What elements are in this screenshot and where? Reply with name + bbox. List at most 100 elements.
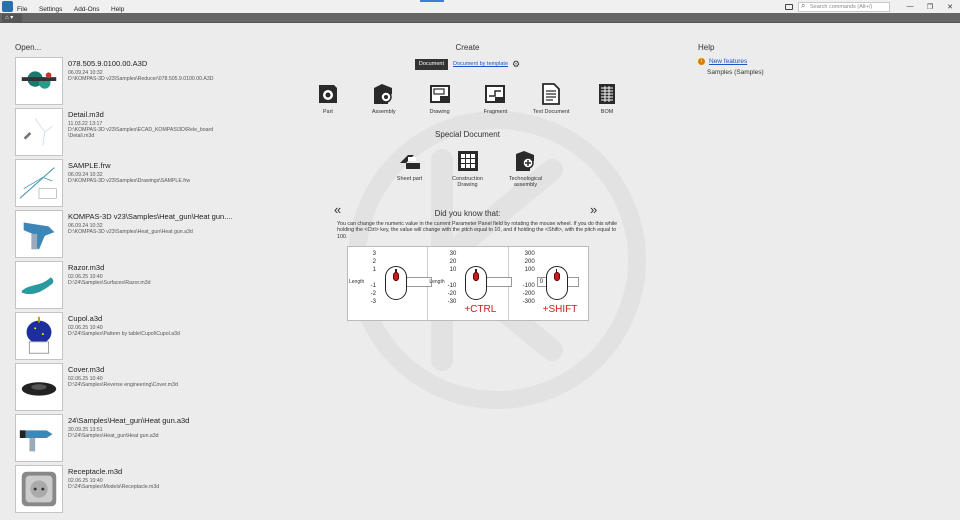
part-label: Part bbox=[322, 109, 333, 115]
screenshot-icon[interactable] bbox=[785, 3, 793, 10]
file-name[interactable]: Receptacle.m3d bbox=[68, 467, 159, 476]
file-path: D:\KOMPAS-3D v23\Samples\Heat_gun\Heat g… bbox=[68, 229, 193, 236]
close-button[interactable]: ✕ bbox=[940, 3, 960, 11]
create-technological-assembly[interactable]: Technological assembly bbox=[497, 149, 555, 189]
minimize-button[interactable]: — bbox=[900, 3, 920, 10]
document-mode-row: Document Document by template ⚙ bbox=[300, 58, 635, 70]
new-features-item[interactable]: i New features bbox=[698, 58, 898, 65]
file-name[interactable]: KOMPAS-3D v23\Samples\Heat_gun\Heat gun.… bbox=[68, 212, 233, 221]
create-bom[interactable]: BOM bbox=[579, 82, 635, 116]
info-icon: i bbox=[698, 58, 705, 65]
file-path-continued: \Detail.m3d bbox=[68, 133, 95, 140]
recent-file-item[interactable]: Receptacle.m3d 02.06.25 10:40 D:\24\Sample… bbox=[15, 465, 315, 516]
recent-file-item[interactable]: Cupol.a3d 02.06.25 10:40 D:\24\Samples\Pat… bbox=[15, 312, 315, 363]
file-thumbnail[interactable] bbox=[15, 414, 63, 462]
help-title: Help bbox=[698, 43, 715, 52]
tip-illustration: 321 -1-2-3 Length 0 302010 -10-20-30 Len… bbox=[347, 246, 589, 322]
fragment-label: Fragment bbox=[483, 109, 508, 115]
tip-column-shift: 300 200 100 -100 -200 -300 0 +SHIFT bbox=[509, 247, 588, 320]
mouse-icon bbox=[465, 266, 488, 301]
file-thumbnail[interactable] bbox=[15, 57, 63, 105]
file-name[interactable]: Cupol.a3d bbox=[68, 314, 180, 323]
file-info: SAMPLE.frw 06.09.24 10:32 D:\KOMPAS-3D v23… bbox=[63, 159, 190, 210]
shift-modifier-label: +SHIFT bbox=[542, 304, 578, 316]
file-path: D:\KOMPAS-3D v23\Samples\Reducer\078.505… bbox=[68, 76, 214, 83]
recent-file-item[interactable]: Cover.m3d 02.06.25 10:40 D:\24\Samples\Rev… bbox=[15, 363, 315, 414]
recent-file-item[interactable]: Razor.m3d 02.06.25 10:40 D:\24\Samples\Sur… bbox=[15, 261, 315, 312]
create-construction-drawing[interactable]: Construction Drawing bbox=[439, 149, 497, 189]
menu-addons[interactable]: Add-Ons bbox=[74, 6, 100, 13]
mouse-icon bbox=[385, 266, 407, 301]
part-icon bbox=[318, 85, 337, 103]
recent-file-item[interactable]: 24\Samples\Heat_gun\Heat gun.a3d 30.09.25… bbox=[15, 414, 315, 465]
file-thumbnail[interactable] bbox=[15, 312, 63, 360]
document-tab-bar: ⌂ ▾ bbox=[0, 13, 960, 23]
mouse-wheel-icon bbox=[473, 272, 480, 282]
did-you-know-title: Did you know that: bbox=[434, 208, 501, 218]
assembly-icon bbox=[373, 84, 392, 104]
file-path: D:\24\Samples\Pattern by table\Cupol\Cup… bbox=[68, 331, 180, 338]
menu-help[interactable]: Help bbox=[111, 6, 124, 13]
next-tip-button[interactable]: » bbox=[590, 202, 597, 217]
command-search-input[interactable]: Search commands (Alt+/) bbox=[798, 1, 890, 12]
file-name[interactable]: 078.505.9.0100.00.A3D bbox=[68, 59, 214, 68]
menu-file[interactable]: File bbox=[17, 6, 27, 13]
create-text-document[interactable]: Text Document bbox=[523, 82, 579, 116]
file-path: D:\24\Samples\Surfaces\Razor.m3d bbox=[68, 280, 151, 287]
special-document-title: Special Document bbox=[435, 129, 500, 139]
file-name[interactable]: Razor.m3d bbox=[68, 263, 150, 272]
previous-tip-button[interactable]: « bbox=[334, 202, 341, 217]
file-thumbnail[interactable] bbox=[15, 159, 63, 207]
text-document-icon bbox=[542, 83, 561, 105]
recent-file-item[interactable]: KOMPAS-3D v23\Samples\Heat_gun\Heat gun.… bbox=[15, 210, 315, 261]
create-panel: Create Document Document by template ⚙ P… bbox=[300, 43, 635, 322]
mouse-wheel-icon bbox=[553, 272, 560, 282]
bom-label: BOM bbox=[600, 109, 614, 115]
file-info: Cover.m3d 02.06.25 10:40 D:\24\Samples\Rev… bbox=[63, 363, 178, 414]
recent-file-item[interactable]: Detail.m3d 11.03.22 13:17 D:\KOMPAS-3D v23… bbox=[15, 108, 315, 159]
menu-settings[interactable]: Settings bbox=[39, 6, 63, 13]
file-thumbnail[interactable] bbox=[15, 261, 63, 309]
file-thumbnail[interactable] bbox=[15, 210, 63, 258]
new-features-link[interactable]: New features bbox=[709, 58, 747, 65]
tip-text: You can change the numeric value in the … bbox=[337, 220, 618, 240]
ctrl-modifier-label: +CTRL bbox=[464, 304, 497, 316]
document-by-template-link[interactable]: Document by template bbox=[453, 61, 508, 67]
create-sheet-part[interactable]: Sheet part bbox=[381, 149, 439, 189]
create-fragment[interactable]: Fragment bbox=[468, 82, 524, 116]
help-panel: Help i New features Samples (Samples) bbox=[698, 43, 898, 76]
technological-assembly-label: Technological assembly bbox=[508, 175, 543, 189]
recent-file-item[interactable]: SAMPLE.frw 06.09.24 10:32 D:\KOMPAS-3D v23… bbox=[15, 159, 315, 210]
file-name[interactable]: Detail.m3d bbox=[68, 110, 213, 119]
title-bar: File Settings Add-Ons Help Search comman… bbox=[0, 0, 960, 13]
file-path: D:\24\Samples\Heat_gun\Heat gun.a3d bbox=[68, 433, 159, 440]
document-types-row: Part Assembly Drawing Fragment Text Docu… bbox=[300, 82, 635, 116]
file-thumbnail[interactable] bbox=[15, 108, 63, 156]
drawing-icon bbox=[429, 85, 450, 103]
create-assembly[interactable]: Assembly bbox=[356, 82, 412, 116]
recent-file-item[interactable]: 078.505.9.0100.00.A3D 06.09.24 10:32 D:\KO… bbox=[15, 57, 315, 108]
construction-drawing-label: Construction Drawing bbox=[452, 175, 483, 189]
file-name[interactable]: SAMPLE.frw bbox=[68, 161, 190, 170]
home-icon: ⌂ ▾ bbox=[5, 15, 14, 21]
file-name[interactable]: Cover.m3d bbox=[68, 365, 178, 374]
create-part[interactable]: Part bbox=[300, 82, 356, 116]
samples-link[interactable]: Samples (Samples) bbox=[707, 69, 898, 76]
open-panel: Open... 078.505.9.0100.00.A3D 06.09.24 10… bbox=[15, 43, 315, 516]
file-thumbnail[interactable] bbox=[15, 465, 63, 513]
file-info: Cupol.a3d 02.06.25 10:40 D:\24\Samples\Pat… bbox=[63, 312, 180, 363]
maximize-button[interactable]: ❐ bbox=[920, 3, 940, 11]
bom-icon bbox=[599, 84, 616, 104]
create-drawing[interactable]: Drawing bbox=[412, 82, 468, 116]
home-tab[interactable]: ⌂ ▾ bbox=[2, 14, 22, 22]
tip-column-ctrl: 302010 -10-20-30 Length 0 +CTRL bbox=[428, 247, 513, 321]
file-name[interactable]: 24\Samples\Heat_gun\Heat gun.a3d bbox=[68, 416, 189, 425]
document-button[interactable]: Document bbox=[414, 58, 448, 70]
file-thumbnail[interactable] bbox=[15, 363, 63, 411]
gear-icon[interactable]: ⚙ bbox=[512, 59, 520, 69]
open-title[interactable]: Open... bbox=[15, 43, 315, 52]
file-info: 24\Samples\Heat_gun\Heat gun.a3d 30.09.25… bbox=[63, 414, 189, 465]
file-path: D:\24\Samples\Models\Receptacle.m3d bbox=[68, 484, 160, 491]
value-scale: 300 200 100 -100 -200 -300 bbox=[522, 251, 535, 305]
drawing-label: Drawing bbox=[429, 109, 450, 115]
